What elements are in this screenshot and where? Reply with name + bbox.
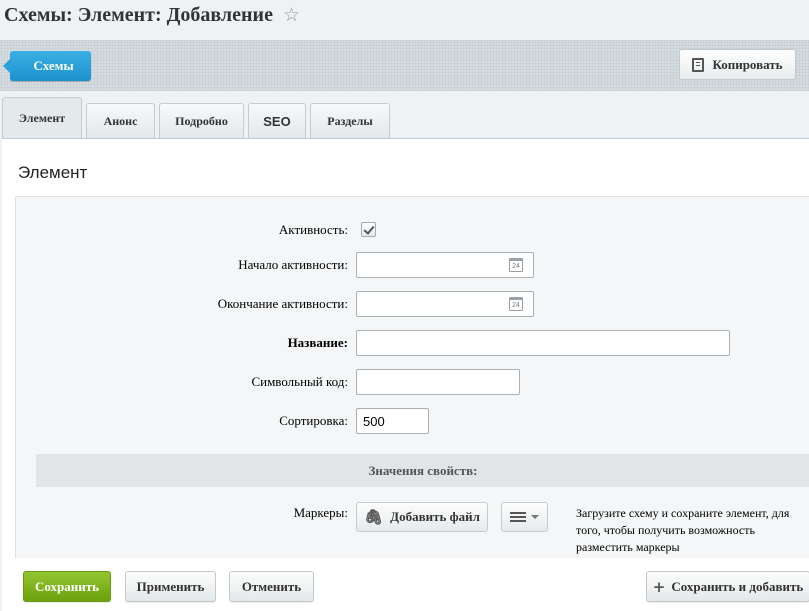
copy-button[interactable]: Копировать [679,49,796,80]
start-date-input[interactable]: 24 [356,252,534,278]
apply-button[interactable]: Применить [125,571,216,602]
paperclip-icon: 🖇 [364,508,384,526]
save-and-add-button[interactable]: + Сохранить и добавить [646,571,809,602]
tab-details[interactable]: Подробно [159,103,244,138]
add-file-button[interactable]: 🖇 Добавить файл [356,502,488,532]
menu-icon [510,512,526,522]
sort-value: 500 [363,413,385,429]
chevron-down-icon [531,515,539,519]
cancel-button[interactable]: Отменить [229,571,314,602]
name-label: Название: [287,335,348,350]
name-input[interactable] [356,330,730,356]
active-checkbox[interactable] [361,222,376,237]
tab-sections[interactable]: Разделы [310,103,390,138]
plus-icon: + [652,577,666,596]
sort-label: Сортировка: [279,413,348,428]
markers-label: Маркеры: [293,505,348,520]
save-and-add-label: Сохранить и добавить [671,578,804,594]
calendar-icon[interactable]: 24 [509,258,523,272]
content-panel: Элемент Активность: Начало активности: 2… [2,138,809,611]
back-to-schemes-button[interactable]: Схемы [3,51,91,81]
page-title-text: Схемы: Элемент: Добавление [4,3,273,26]
tab-element[interactable]: Элемент [2,97,82,138]
copy-icon [692,57,705,72]
properties-heading: Значения свойств: [36,454,809,487]
markers-hint: Загрузите схему и сохраните элемент, для… [576,506,790,554]
copy-button-label: Копировать [712,56,783,72]
tab-announce[interactable]: Анонс [86,103,155,138]
code-input[interactable] [356,369,520,395]
star-icon[interactable]: ☆ [283,4,300,27]
sort-input[interactable]: 500 [356,408,429,434]
page-title: Схемы: Элемент: Добавление ☆ [4,2,300,28]
footer-actions: Сохранить Применить Отменить + Сохранить… [4,558,809,611]
tab-bar: Элемент Анонс Подробно SEO Разделы [2,97,390,138]
toolbar: Схемы Копировать [0,40,809,91]
form-area: Активность: Начало активности: 24 Оконча… [15,196,809,558]
start-date-label: Начало активности: [238,257,348,272]
active-label: Активность: [278,222,348,237]
calendar-icon[interactable]: 24 [509,297,523,311]
code-label: Символьный код: [251,374,348,389]
end-date-input[interactable]: 24 [356,291,534,317]
file-menu-button[interactable] [501,502,548,532]
end-date-label: Окончание активности: [217,296,348,311]
add-file-label: Добавить файл [390,509,480,524]
tab-seo[interactable]: SEO [248,103,306,138]
save-button[interactable]: Сохранить [23,571,111,602]
section-heading: Элемент [18,163,88,182]
